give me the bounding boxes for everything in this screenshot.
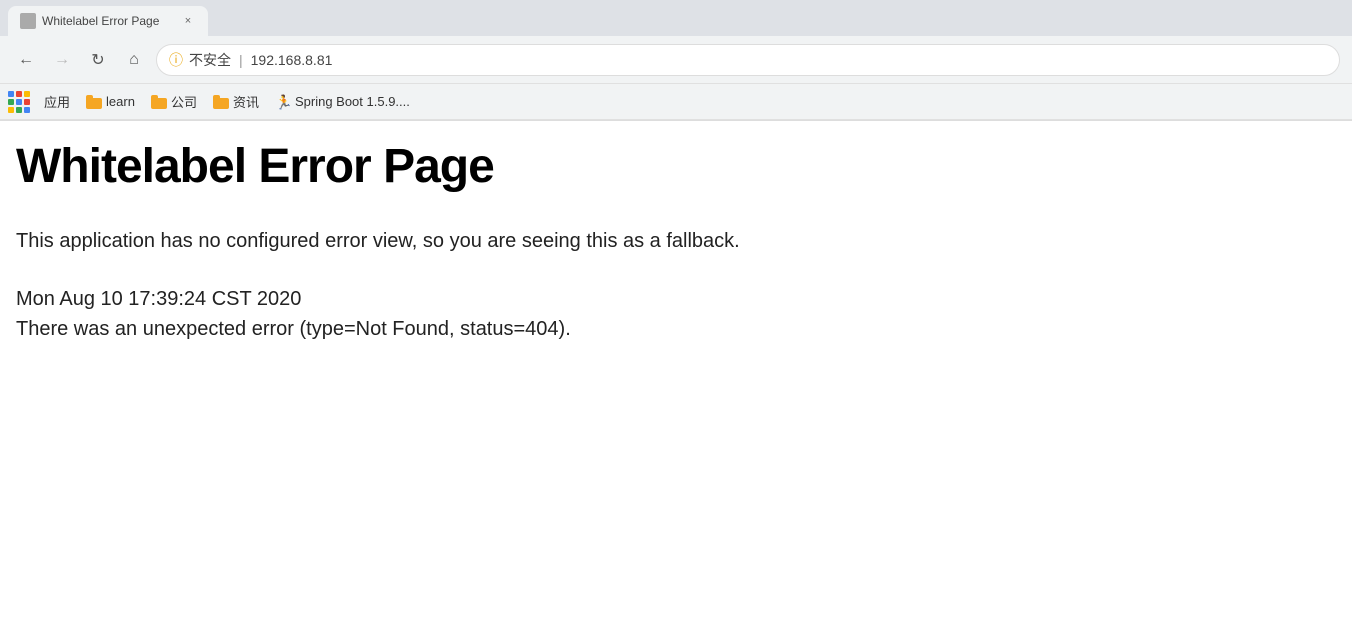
apps-label[interactable]: 应用 — [38, 90, 76, 113]
page-content: Whitelabel Error Page This application h… — [0, 121, 1352, 629]
dot-2 — [16, 91, 22, 97]
error-page-title: Whitelabel Error Page — [16, 141, 1336, 194]
springboot-icon: 🏃 — [275, 94, 291, 110]
tab-close-button[interactable]: × — [180, 13, 196, 29]
bookmark-learn[interactable]: learn — [80, 92, 141, 111]
dot-6 — [24, 99, 30, 105]
nav-bar: ← → ↻ ⌂ ⓘ 不安全 | 192.168.8.81 — [0, 36, 1352, 84]
home-button[interactable]: ⌂ — [120, 46, 148, 74]
address-bar[interactable]: ⓘ 不安全 | 192.168.8.81 — [156, 44, 1340, 76]
forward-button[interactable]: → — [48, 46, 76, 74]
tab-title: Whitelabel Error Page — [42, 14, 174, 28]
bookmarks-bar: 应用 learn 公司 资讯 🏃 Spring Boot 1.5.9.... — [0, 84, 1352, 120]
tab-bar: Whitelabel Error Page × — [0, 0, 1352, 36]
dot-9 — [24, 107, 30, 113]
dot-8 — [16, 107, 22, 113]
url-separator: | — [239, 52, 243, 68]
error-details: Mon Aug 10 17:39:24 CST 2020 There was a… — [16, 284, 1336, 344]
tab-favicon — [20, 13, 36, 29]
folder-icon-news — [213, 95, 229, 109]
url-text: 192.168.8.81 — [251, 52, 333, 68]
error-detail-text: There was an unexpected error (type=Not … — [16, 314, 1336, 344]
dot-5 — [16, 99, 22, 105]
apps-grid-icon[interactable] — [8, 91, 30, 113]
bookmark-news[interactable]: 资讯 — [207, 90, 265, 113]
folder-icon-company — [151, 95, 167, 109]
active-tab[interactable]: Whitelabel Error Page × — [8, 6, 208, 36]
dot-3 — [24, 91, 30, 97]
folder-icon-learn — [86, 95, 102, 109]
bookmark-news-label: 资讯 — [233, 92, 259, 111]
bookmark-springboot[interactable]: 🏃 Spring Boot 1.5.9.... — [269, 92, 416, 112]
bookmark-company-label: 公司 — [171, 92, 197, 111]
bookmark-learn-label: learn — [106, 94, 135, 109]
security-icon: ⓘ — [169, 50, 183, 70]
bookmark-springboot-label: Spring Boot 1.5.9.... — [295, 94, 410, 109]
dot-4 — [8, 99, 14, 105]
browser-chrome: Whitelabel Error Page × ← → ↻ ⌂ ⓘ 不安全 | … — [0, 0, 1352, 121]
reload-button[interactable]: ↻ — [84, 46, 112, 74]
security-label: 不安全 — [189, 50, 231, 70]
bookmark-company[interactable]: 公司 — [145, 90, 203, 113]
error-timestamp: Mon Aug 10 17:39:24 CST 2020 — [16, 284, 1336, 314]
dot-7 — [8, 107, 14, 113]
dot-1 — [8, 91, 14, 97]
back-button[interactable]: ← — [12, 46, 40, 74]
error-description: This application has no configured error… — [16, 226, 1336, 256]
